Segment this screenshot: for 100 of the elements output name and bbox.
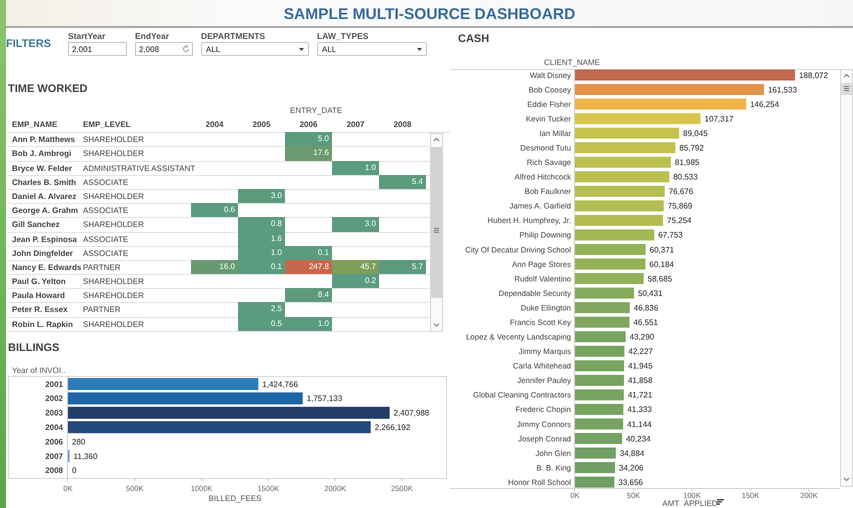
employee-level: ASSOCIATE [82,176,130,189]
value-label: 34,884 [620,449,644,458]
filter-label: LAW_TYPES [317,30,370,42]
heatmap-cell: 5.7 [379,260,426,274]
value-label: 80,533 [673,172,698,182]
heatmap-cell: 16.0 [191,260,238,274]
employee-level: SHAREHOLDER [82,190,145,203]
bar [575,273,644,284]
category-label: 2001 [45,380,63,389]
column-header: 2004 [204,120,224,129]
bar [575,302,630,314]
sort-icon[interactable] [717,499,724,505]
heatmap-cell: 3.0 [238,188,285,204]
heatmap-cell: 1.0 [285,316,332,331]
heatmap-cell: 0.5 [238,316,285,331]
column-group-header: ENTRY_DATE [290,106,342,116]
value-label: 60,184 [649,260,674,270]
value-label: 43,290 [630,332,654,342]
axis-title: AMT_APPLIED [662,499,718,508]
heatmap-cell: 0.1 [238,260,285,274]
employee-level: ASSOCIATE [82,234,130,246]
bar [575,288,634,299]
heatmap-cell: 0.1 [285,246,332,260]
dropdown[interactable]: ALL [317,42,427,56]
column-header: 2007 [346,120,366,129]
heatmap-cell: 0.2 [332,274,379,288]
bar [575,433,622,444]
caret-icon [417,48,422,51]
bar [575,258,646,270]
bar [575,448,616,459]
employee-name: Gill Sanchez [11,219,61,232]
bar [575,375,624,386]
dashboard-title: SAMPLE MULTI-SOURCE DASHBOARD [284,5,576,24]
value-label: 81,985 [674,158,700,168]
heatmap-cell: 5.4 [379,174,426,189]
heatmap-cell: 5.0 [285,132,332,146]
employee-level: SHAREHOLDER [82,290,145,302]
value-label: 76,676 [668,187,694,196]
bar [575,462,616,474]
reset-icon[interactable] [182,45,190,54]
value-label: 41,945 [628,362,653,371]
value-label: 1,424,766 [262,380,298,389]
value-label: 60,371 [650,245,674,254]
bar [575,418,624,430]
value-label: 33,656 [618,478,643,488]
category-label: 2006 [45,437,63,446]
value-label: 1,757,133 [306,394,342,404]
employee-level: SHAREHOLDER [82,318,145,331]
employee-level: SHAREHOLDER [82,219,145,232]
axis-title: CLIENT_NAME [544,58,600,68]
scrollbar[interactable] [430,133,443,332]
value-label: 2,407,988 [394,408,430,418]
filter-label: DEPARTMENTS [201,30,266,42]
bar [575,331,626,342]
category-label: 2008 [45,466,63,476]
employee-level: ASSOCIATE [82,205,130,218]
category-label: 2007 [45,452,63,461]
value-label: 75,869 [668,202,692,211]
value-label: 89,045 [683,129,708,138]
value-label: 161,533 [768,86,797,95]
category-label: 2003 [45,408,63,418]
employee-name: Peter R. Essex [11,304,69,316]
bar [575,346,624,357]
scrollbar[interactable] [840,69,853,488]
column-header: 2005 [252,120,272,129]
dropdown[interactable]: ALL [201,42,309,56]
heatmap-cell: 1.0 [332,160,379,175]
filters-label: FILTERS [6,38,52,50]
axis-title: Year of INVOI.. [12,366,66,375]
filter-label: EndYear [135,30,170,42]
value-label: 67,753 [658,230,683,240]
bar [575,244,646,256]
value-label: 11,360 [74,452,98,461]
value-label: 280 [72,437,86,446]
year-field[interactable]: 2,001 [68,42,127,56]
value-label: 75,254 [667,216,692,226]
value-label: 41,721 [628,390,652,400]
employee-name: Bryce W. Felder [11,162,74,175]
employee-name: Robin L. Rapkin [11,318,74,331]
category-label: 2002 [45,394,63,404]
year-field[interactable]: 2,008 [135,42,193,56]
value-label: 41,858 [628,376,652,386]
heatmap-cell: 45.7 [332,260,379,274]
value-label: 146,254 [750,100,780,110]
employee-name: George A. Grahm [11,205,79,218]
value-label: 34,206 [619,464,644,473]
employee-level: PARTNER [82,262,122,274]
employee-level: SHAREHOLDER [82,134,145,146]
heatmap-cell: 2.5 [238,302,285,317]
employee-name: Ann P. Matthews [11,134,76,146]
column-header: 2008 [392,120,412,129]
caret-icon [299,48,304,51]
employee-name: Daniel A. Alvarez [11,190,78,203]
heatmap-cell: 3.0 [332,217,379,232]
section-title: TIME WORKED [8,83,88,96]
employee-level: ASSOCIATE [82,248,130,260]
heatmap-cell: 17.6 [285,146,332,161]
employee-name: Paul G. Yelton [11,276,67,288]
filter-label: StartYear [68,30,106,42]
employee-level: SHAREHOLDER [82,276,145,288]
